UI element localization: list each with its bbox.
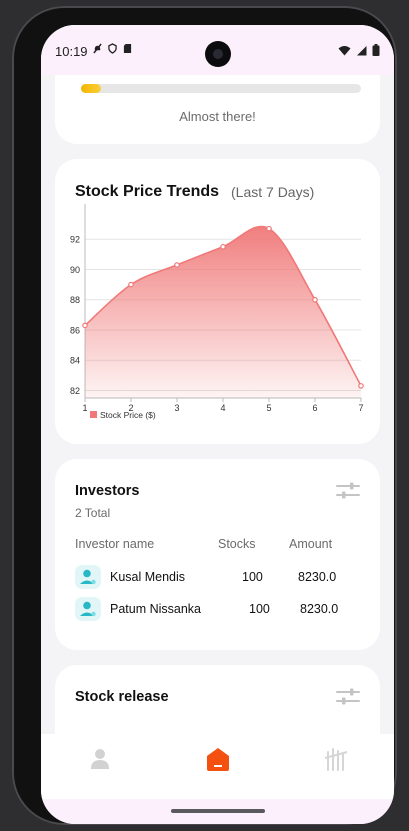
data-point: [266, 225, 272, 232]
stock-chart-card: Stock Price Trends (Last 7 Days) 82 84 86 8…: [55, 159, 380, 444]
front-camera: [205, 41, 231, 67]
investors-total: 2 Total: [75, 506, 111, 520]
data-point: [358, 383, 364, 389]
investor-stocks: 100: [249, 602, 270, 616]
data-point: [174, 262, 180, 268]
x-tick-label: 7: [358, 403, 363, 413]
data-point: [128, 281, 134, 288]
wifi-icon: [338, 45, 351, 55]
y-tick-label: 84: [70, 356, 80, 366]
x-tick-label: 3: [174, 403, 179, 413]
x-tick-label: 6: [312, 403, 317, 413]
status-time: 10:19: [55, 44, 88, 59]
progress-message: Almost there!: [179, 109, 256, 124]
progress-card: Almost there!: [55, 75, 380, 144]
app-screen: 10:19 Almost there! Stock Price Trends (…: [41, 25, 394, 824]
y-tick-label: 88: [70, 295, 80, 305]
investor-row[interactable]: Kusal Mendis 100 8230.0: [75, 565, 365, 591]
investors-title: Investors: [75, 483, 140, 499]
status-bar: 10:19: [41, 25, 394, 75]
area-fill: [85, 226, 361, 398]
data-point: [82, 322, 88, 329]
legend-label: Stock Price ($): [100, 410, 156, 420]
data-point: [312, 296, 318, 303]
investor-name: Patum Nissanka: [110, 602, 202, 616]
progress-bar-fill: [81, 84, 101, 93]
legend-swatch: [90, 411, 97, 418]
filter-icon[interactable]: [336, 688, 360, 706]
user-avatar-icon: [75, 597, 101, 621]
bottom-navigation: [41, 734, 394, 799]
investor-stocks: 100: [242, 570, 263, 584]
investor-row[interactable]: Patum Nissanka 100 8230.0: [75, 597, 365, 623]
column-header-stocks: Stocks: [218, 537, 256, 551]
signal-icon: [357, 45, 367, 55]
column-header-name: Investor name: [75, 537, 155, 551]
progress-bar: [81, 84, 361, 93]
data-point: [220, 243, 226, 250]
home-gesture-bar[interactable]: [171, 809, 265, 813]
investors-card: Investors 2 Total Investor name Stocks A…: [55, 459, 380, 650]
x-tick-label: 4: [220, 403, 225, 413]
y-tick-label: 90: [70, 265, 80, 275]
stocks-nav-icon[interactable]: [323, 746, 349, 772]
phone-frame: 10:19 Almost there! Stock Price Trends (…: [12, 6, 397, 825]
stock-release-title: Stock release: [75, 689, 169, 705]
y-tick-label: 82: [70, 386, 80, 396]
battery-icon: [372, 44, 380, 56]
user-avatar-icon: [75, 565, 101, 589]
gesture-area: [41, 799, 394, 824]
investor-name: Kusal Mendis: [110, 570, 186, 584]
stock-release-card: Stock release: [55, 665, 380, 734]
stock-price-chart: 8284868890921 2 3 4 5 6 7Stock Price ($): [70, 204, 364, 420]
x-tick-label: 1: [82, 403, 87, 413]
scroll-content[interactable]: Almost there! Stock Price Trends (Last 7…: [41, 75, 394, 734]
system-icons: [338, 44, 380, 56]
y-tick-label: 86: [70, 325, 80, 335]
notification-icons: [93, 43, 132, 54]
y-tick-label: 92: [70, 235, 80, 245]
x-tick-label: 5: [266, 403, 271, 413]
investor-amount: 8230.0: [300, 602, 339, 616]
profile-nav-icon[interactable]: [87, 746, 113, 772]
sd-card-icon: [123, 44, 132, 53]
shield-icon: [108, 43, 117, 54]
column-header-amount: Amount: [289, 537, 333, 551]
do-not-disturb-icon: [93, 43, 102, 54]
filter-icon[interactable]: [336, 482, 360, 500]
home-nav-icon[interactable]: [205, 746, 231, 772]
investor-amount: 8230.0: [298, 570, 337, 584]
